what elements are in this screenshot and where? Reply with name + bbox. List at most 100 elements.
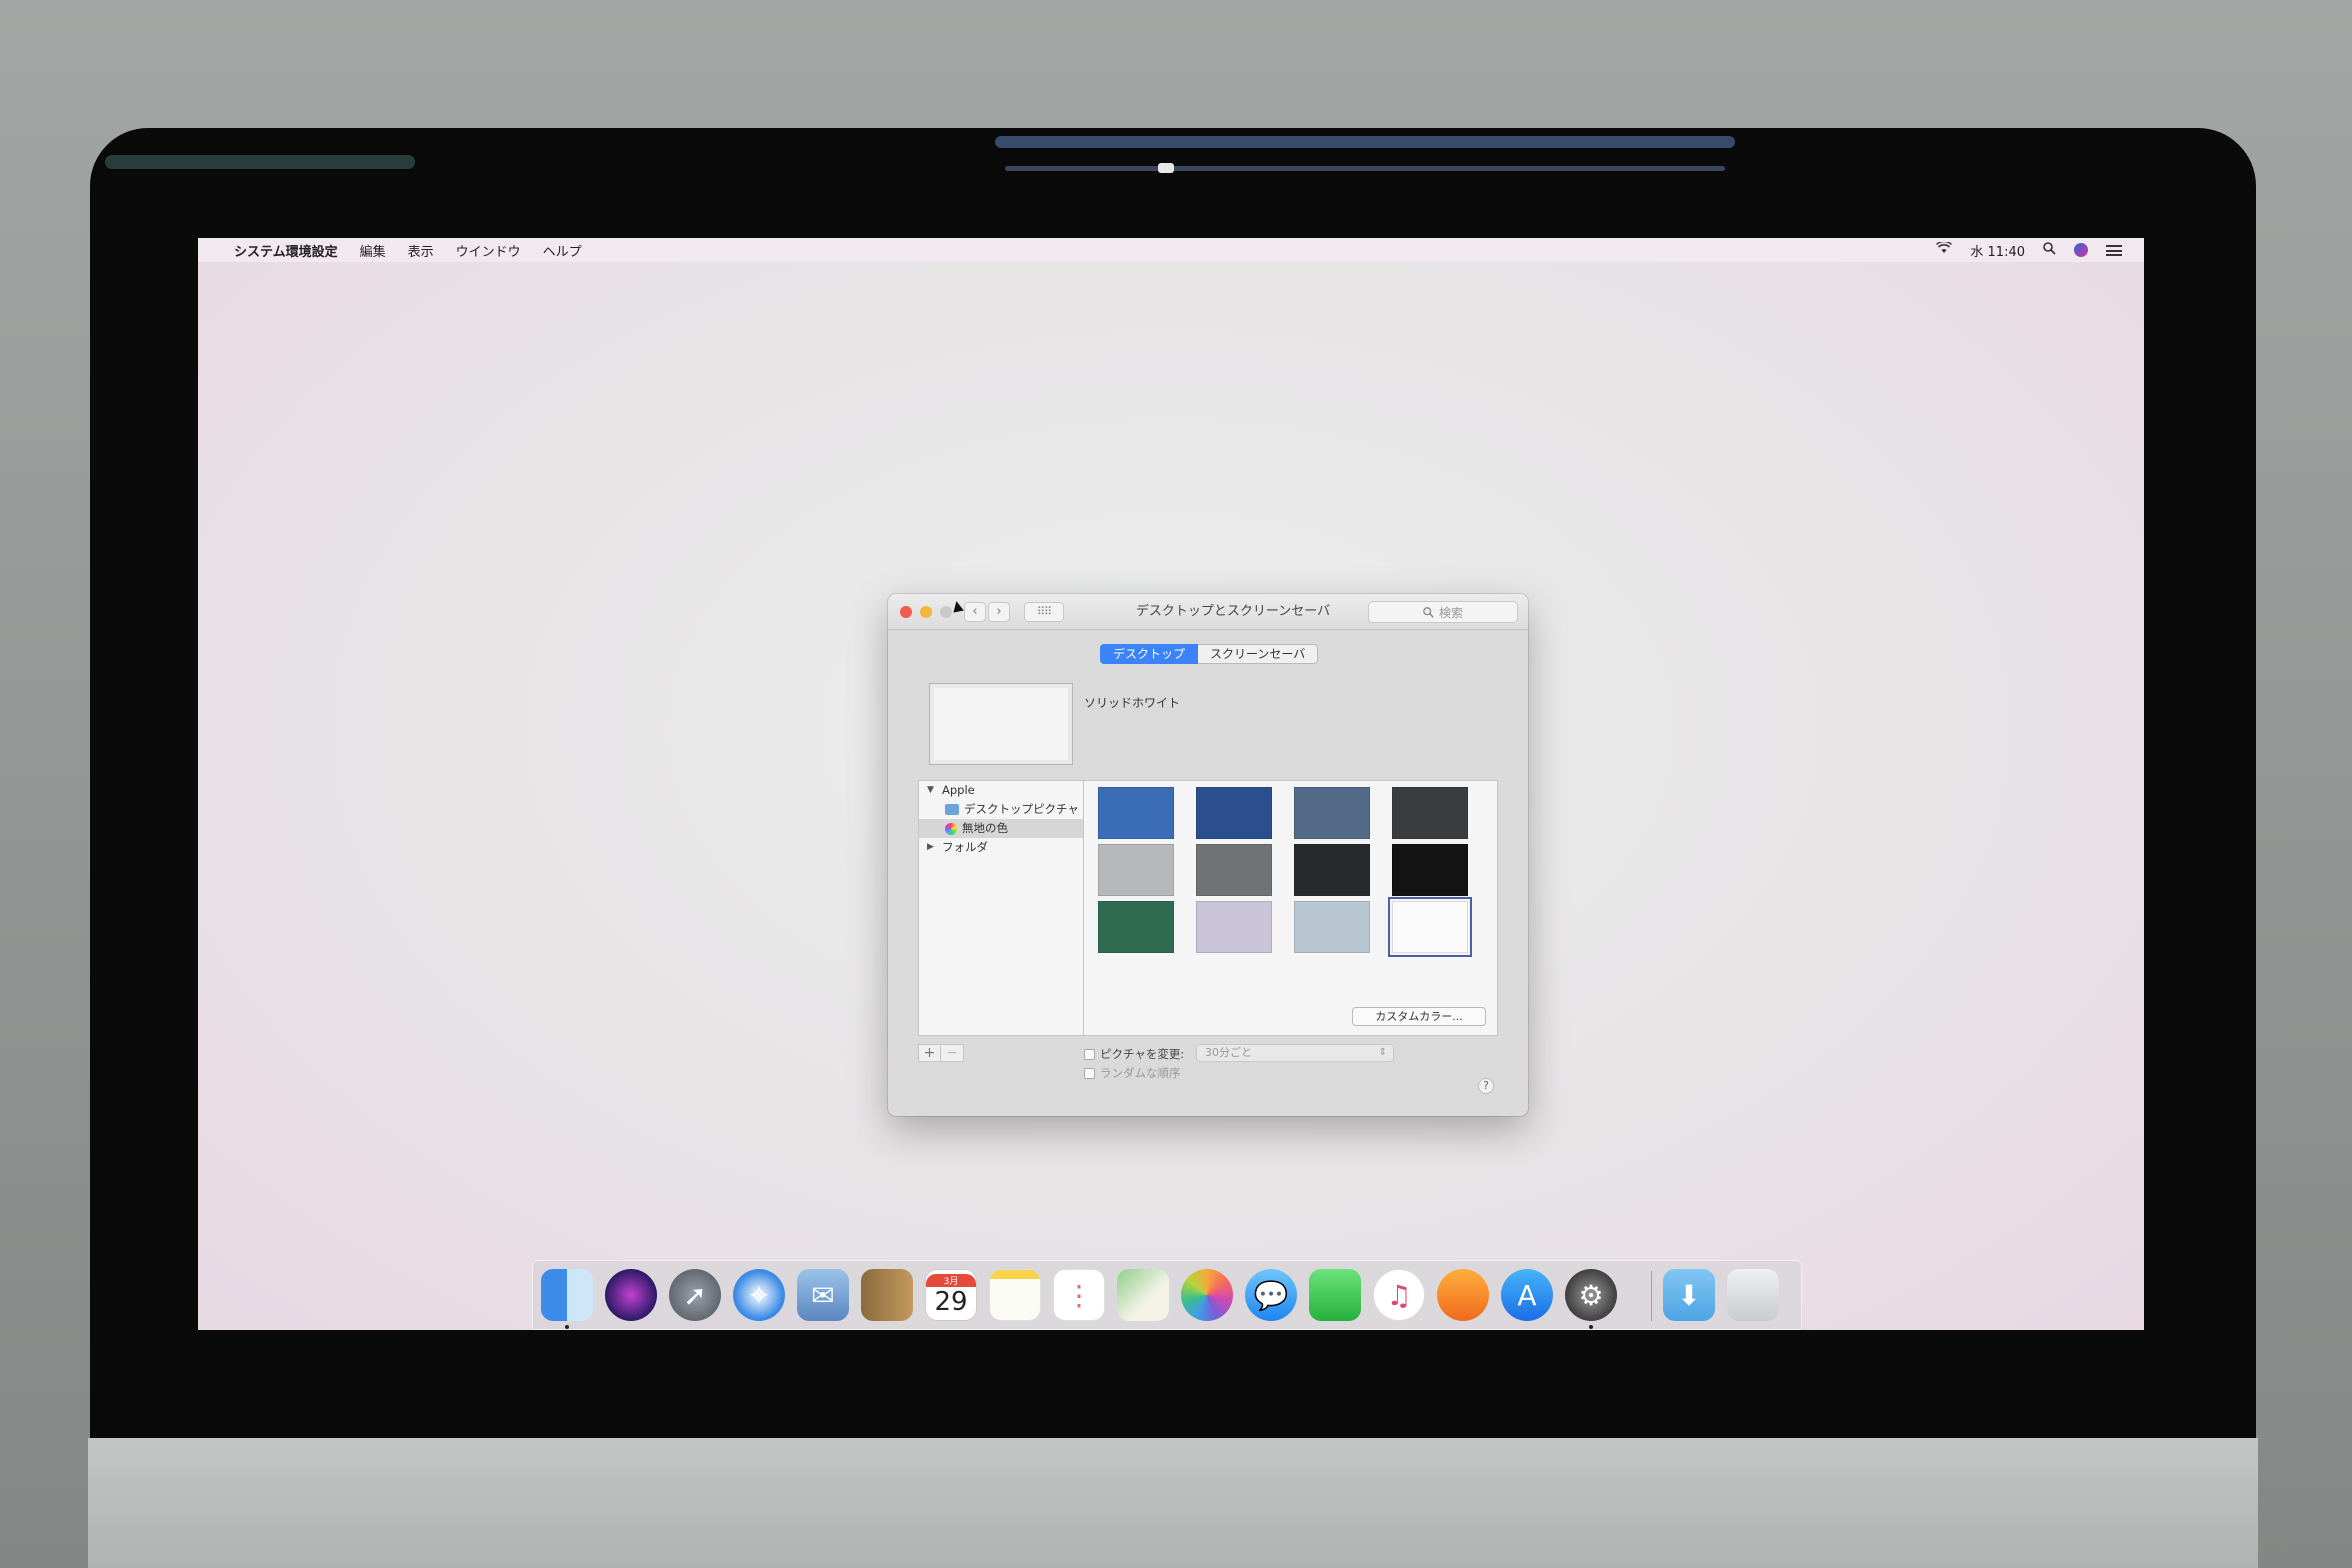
menu-bar: システム環境設定 編集 表示 ウインドウ ヘルプ 水 11:40 [198, 238, 2144, 262]
source-item-label: デスクトップピクチャ [964, 802, 1079, 816]
notification-center-icon[interactable] [2106, 244, 2122, 256]
color-swatch[interactable] [1098, 844, 1174, 896]
color-swatch-grid: カスタムカラー... [1083, 780, 1498, 1036]
source-group-folders[interactable]: ▶ フォルダ [919, 838, 1083, 857]
spotlight-search-icon[interactable] [2043, 241, 2056, 259]
desktop-screensaver-window: ▲ ‹ › ⠿⠿ デスクトップとスクリーンセーバ 検索 デスクトップ スクリーン… [888, 594, 1528, 1116]
facetime-camera-icon[interactable] [1309, 1269, 1361, 1321]
screen: システム環境設定 編集 表示 ウインドウ ヘルプ 水 11:40 ▲ ‹ › ⠿… [198, 238, 2144, 1330]
random-order-label: ランダムな順序 [1100, 1066, 1181, 1080]
menu-window[interactable]: ウインドウ [456, 241, 521, 260]
wifi-icon[interactable] [1936, 240, 1953, 258]
add-folder-button[interactable]: + [918, 1044, 941, 1062]
remove-folder-button[interactable]: − [941, 1044, 964, 1062]
dock-separator [1651, 1271, 1652, 1321]
dock: ➚ ✧ ✉ 3月 29 ⋮ 💬 ♫ A ⚙ ⬇ [532, 1260, 1802, 1330]
menu-app-name[interactable]: システム環境設定 [234, 241, 338, 260]
search-placeholder: 検索 [1438, 605, 1463, 620]
app-store-icon[interactable]: A [1501, 1269, 1553, 1321]
siri-icon[interactable] [605, 1269, 657, 1321]
updown-chevron-icon: ⇕ [1378, 1047, 1387, 1058]
color-wheel-icon [945, 822, 957, 835]
source-list: ▼ Apple デスクトップピクチャ 無地の色 ▶ フォルダ [918, 780, 1084, 1036]
safari-compass-icon[interactable]: ✧ [733, 1269, 785, 1321]
books-icon[interactable] [1437, 1269, 1489, 1321]
tab-desktop[interactable]: デスクトップ [1100, 644, 1199, 664]
color-swatch[interactable] [1098, 787, 1174, 839]
minimize-window-button[interactable] [920, 606, 932, 618]
show-all-grid-button[interactable]: ⠿⠿ [1024, 602, 1064, 622]
photos-flower-icon[interactable] [1181, 1269, 1233, 1321]
notes-icon[interactable] [989, 1269, 1041, 1321]
menu-view[interactable]: 表示 [408, 241, 434, 260]
search-icon [1423, 606, 1434, 618]
light-reflection [105, 155, 415, 169]
change-picture-label: ピクチャを変更: [1100, 1047, 1185, 1061]
color-swatch[interactable] [1294, 901, 1370, 953]
color-swatch[interactable] [1294, 787, 1370, 839]
menu-edit[interactable]: 編集 [360, 241, 386, 260]
maps-icon[interactable] [1117, 1269, 1169, 1321]
source-item-desktop-pictures[interactable]: デスクトップピクチャ [919, 800, 1083, 819]
color-swatch[interactable] [1388, 897, 1472, 957]
back-button[interactable]: ‹ [964, 602, 986, 622]
light-reflection [995, 136, 1735, 148]
light-reflection [1005, 166, 1725, 171]
tab-screensaver[interactable]: スクリーンセーバ [1198, 644, 1319, 664]
reminders-list-icon[interactable]: ⋮ [1053, 1269, 1105, 1321]
random-order-checkbox[interactable] [1084, 1067, 1095, 1079]
disclosure-open-icon[interactable]: ▼ [927, 781, 937, 800]
source-group-label: フォルダ [942, 840, 988, 854]
finder-icon[interactable] [541, 1269, 593, 1321]
calendar-month: 3月 [926, 1273, 976, 1287]
calendar-icon[interactable]: 3月 29 [925, 1269, 977, 1321]
tab-bar: デスクトップ スクリーンセーバ [1100, 644, 1319, 664]
color-swatch[interactable] [1098, 901, 1174, 953]
source-item-solid-colors[interactable]: 無地の色 [919, 819, 1083, 838]
desktop-preview-thumbnail [929, 683, 1073, 765]
zoom-window-button[interactable] [940, 606, 952, 618]
search-input[interactable]: 検索 [1368, 601, 1518, 623]
apple-logo-icon [1110, 1490, 1220, 1568]
mouse-pointer-icon: ▲ [950, 597, 965, 615]
color-swatch[interactable] [1196, 844, 1272, 896]
running-indicator [565, 1325, 569, 1329]
help-button[interactable]: ? [1478, 1078, 1494, 1094]
trash-icon[interactable] [1727, 1269, 1779, 1321]
messages-bubble-icon[interactable]: 💬 [1245, 1269, 1297, 1321]
close-window-button[interactable] [900, 606, 912, 618]
source-group-label: Apple [942, 783, 975, 797]
color-swatch[interactable] [1392, 787, 1468, 839]
window-title: デスクトップとスクリーンセーバ [1135, 604, 1331, 619]
color-swatch[interactable] [1196, 787, 1272, 839]
menubar-clock[interactable]: 水 11:40 [1970, 241, 2025, 260]
itunes-music-icon[interactable]: ♫ [1373, 1269, 1425, 1321]
source-item-label: 無地の色 [962, 821, 1008, 835]
downloads-folder-icon[interactable]: ⬇ [1663, 1269, 1715, 1321]
random-order-option: ランダムな順序 [1084, 1065, 1181, 1081]
system-preferences-gear-icon[interactable]: ⚙ [1565, 1269, 1617, 1321]
change-picture-checkbox[interactable] [1084, 1048, 1095, 1060]
siri-icon[interactable] [2074, 243, 2088, 257]
menu-help[interactable]: ヘルプ [543, 241, 582, 260]
window-titlebar[interactable]: ▲ ‹ › ⠿⠿ デスクトップとスクリーンセーバ 検索 [888, 594, 1528, 630]
mail-eagle-icon[interactable]: ✉ [797, 1269, 849, 1321]
color-swatch[interactable] [1392, 844, 1468, 896]
calendar-day: 29 [934, 1286, 968, 1317]
camera-light [1158, 163, 1174, 173]
desktop-picture-name: ソリッドホワイト [1084, 696, 1181, 710]
color-swatch[interactable] [1196, 901, 1272, 953]
custom-color-button[interactable]: カスタムカラー... [1352, 1007, 1486, 1026]
folder-icon [945, 804, 959, 815]
source-group-apple[interactable]: ▼ Apple [919, 781, 1083, 800]
disclosure-closed-icon[interactable]: ▶ [927, 838, 937, 857]
contacts-book-icon[interactable] [861, 1269, 913, 1321]
running-indicator [1589, 1325, 1593, 1329]
change-picture-option: ピクチャを変更: [1084, 1046, 1184, 1062]
interval-value: 30分ごと [1205, 1046, 1252, 1059]
add-remove-buttons: + − [918, 1044, 964, 1062]
color-swatch[interactable] [1294, 844, 1370, 896]
launchpad-rocket-icon[interactable]: ➚ [669, 1269, 721, 1321]
forward-button[interactable]: › [988, 602, 1010, 622]
interval-select[interactable]: 30分ごと ⇕ [1196, 1044, 1394, 1062]
